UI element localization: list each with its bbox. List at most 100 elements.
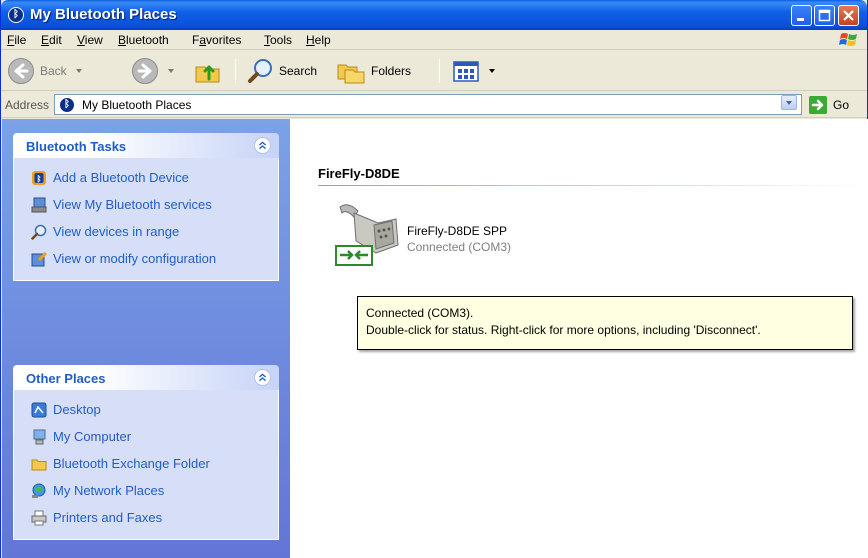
menu-view[interactable]: View [77, 33, 103, 47]
forward-arrow-icon [132, 58, 158, 84]
menu-accel: E [41, 33, 50, 47]
place-my-network-places[interactable]: My Network Places [14, 477, 278, 504]
svg-text:ᛒ: ᛒ [37, 174, 42, 183]
close-button[interactable] [838, 5, 859, 26]
menu-label: vorites [206, 33, 242, 47]
services-icon [31, 197, 47, 212]
address-dropdown-button[interactable] [781, 95, 797, 110]
menu-label: dit [49, 33, 62, 47]
menu-bar: File Edit View Bluetooth Favorites Tools… [1, 30, 867, 50]
bluetooth-tasks-list: ᛒ Add a Bluetooth Device View My Bluetoo… [13, 158, 279, 281]
task-label: My Computer [53, 429, 132, 444]
task-label: View My Bluetooth services [53, 197, 212, 212]
place-bluetooth-exchange-folder[interactable]: Bluetooth Exchange Folder [14, 450, 278, 477]
menu-favorites[interactable]: Favorites [192, 33, 241, 47]
views-button[interactable] [451, 57, 495, 85]
title-bar[interactable]: ᛒ My Bluetooth Places [1, 0, 867, 30]
bluetooth-icon: ᛒ [59, 97, 75, 113]
explorer-window: ᛒ My Bluetooth Places File Edit View Blu… [0, 0, 868, 558]
maximize-button[interactable] [814, 5, 835, 26]
address-input[interactable]: ᛒ My Bluetooth Places [54, 94, 802, 115]
forward-dropdown-icon[interactable] [168, 69, 174, 73]
address-bar: Address ᛒ My Bluetooth Places Go [1, 92, 867, 118]
bluetooth-tasks-panel: Bluetooth Tasks ᛒ Add a Bluetooth Device… [13, 133, 279, 281]
search-button[interactable]: Search [247, 57, 317, 85]
address-value: My Bluetooth Places [82, 98, 192, 112]
task-label: Bluetooth Exchange Folder [53, 456, 210, 471]
menu-help[interactable]: Help [306, 33, 331, 47]
minimize-icon [797, 18, 804, 21]
folders-button[interactable]: Folders [335, 57, 411, 85]
up-folder-icon [195, 65, 220, 83]
menu-edit[interactable]: Edit [41, 33, 62, 47]
device-tooltip: Connected (COM3). Double-click for statu… [357, 296, 853, 350]
up-folder-button[interactable] [193, 57, 223, 85]
menu-label: ile [14, 33, 27, 47]
menu-tools[interactable]: Tools [264, 33, 292, 47]
menu-label: luetooth [126, 33, 169, 47]
network-icon [32, 483, 46, 498]
tooltip-line-2: Double-click for status. Right-click for… [366, 323, 761, 337]
panel-title: Other Places [26, 371, 106, 386]
computer-icon [33, 429, 46, 444]
close-icon [843, 10, 854, 21]
place-my-computer[interactable]: My Computer [14, 423, 278, 450]
collapse-icon[interactable] [254, 369, 271, 386]
other-places-header[interactable]: Other Places [13, 365, 279, 390]
window-title: My Bluetooth Places [30, 6, 177, 23]
menu-accel: V [77, 33, 85, 47]
menu-accel: B [118, 33, 127, 47]
place-desktop[interactable]: Desktop [14, 396, 278, 423]
views-icon [453, 61, 479, 82]
other-places-list: Desktop My Computer Bluetooth Exchange F… [13, 390, 279, 540]
menu-file[interactable]: File [7, 33, 26, 47]
desktop-icon [31, 402, 47, 417]
search-icon [248, 59, 272, 83]
go-button[interactable]: Go [833, 98, 849, 112]
menu-accel: H [306, 33, 315, 47]
task-add-bluetooth-device[interactable]: ᛒ Add a Bluetooth Device [14, 164, 278, 191]
place-printers-and-faxes[interactable]: Printers and Faxes [14, 504, 278, 531]
collapse-icon[interactable] [254, 137, 271, 154]
task-label: Printers and Faxes [53, 510, 163, 525]
windows-logo-icon [839, 33, 857, 46]
maximize-icon [818, 9, 831, 22]
minimize-button[interactable] [791, 5, 812, 26]
task-view-devices-in-range[interactable]: View devices in range [14, 218, 278, 245]
menu-bluetooth[interactable]: Bluetooth [118, 33, 169, 47]
forward-button[interactable] [131, 57, 174, 85]
task-label: View devices in range [53, 224, 180, 239]
device-name: FireFly-D8DE SPP [407, 224, 508, 238]
magnifier-icon [31, 224, 47, 240]
task-label: Desktop [53, 402, 101, 417]
add-device-icon: ᛒ [32, 170, 46, 185]
back-arrow-icon [8, 58, 34, 84]
views-dropdown-icon[interactable] [489, 69, 495, 73]
device-status: Connected (COM3) [407, 240, 512, 254]
back-button[interactable]: Back [7, 57, 82, 85]
toolbar-separator [235, 59, 236, 83]
other-places-panel: Other Places Desktop My Computer Bluetoo… [13, 365, 279, 540]
address-label: Address [5, 98, 50, 112]
task-view-modify-configuration[interactable]: View or modify configuration [14, 245, 278, 272]
back-dropdown-icon[interactable] [75, 69, 82, 73]
task-label: View or modify configuration [53, 251, 217, 266]
task-label: Add a Bluetooth Device [53, 170, 189, 185]
group-divider [318, 185, 868, 186]
task-pane: Bluetooth Tasks ᛒ Add a Bluetooth Device… [2, 119, 290, 558]
printer-icon [31, 510, 47, 525]
group-title: FireFly-D8DE [318, 166, 400, 181]
configuration-icon [31, 251, 47, 266]
toolbar: Back Search Folders [1, 51, 867, 91]
search-label: Search [279, 64, 318, 78]
toolbar-separator [439, 59, 440, 83]
menu-label: ools [270, 33, 293, 47]
tooltip-line-1: Connected (COM3). [366, 306, 474, 320]
bluetooth-tasks-header[interactable]: Bluetooth Tasks [13, 133, 279, 158]
go-arrow-icon[interactable] [809, 96, 827, 114]
folders-icon [337, 64, 365, 84]
bluetooth-icon: ᛒ [8, 7, 24, 23]
panel-title: Bluetooth Tasks [26, 139, 127, 154]
folders-label: Folders [371, 64, 412, 78]
task-view-bluetooth-services[interactable]: View My Bluetooth services [14, 191, 278, 218]
